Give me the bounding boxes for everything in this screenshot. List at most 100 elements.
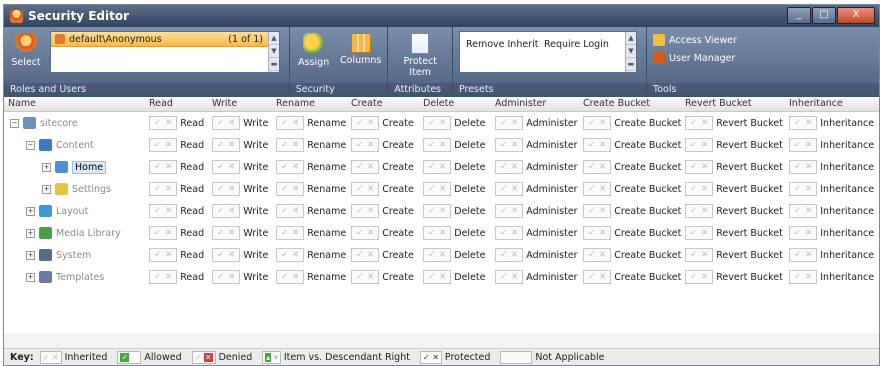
- permission-toggle[interactable]: ✓ ✕: [276, 138, 305, 152]
- permission-toggle[interactable]: ✓ ✕: [276, 248, 305, 262]
- permission-cell[interactable]: ✓ ✕ Administer: [495, 160, 578, 174]
- permission-toggle[interactable]: ✓ ✕: [583, 248, 612, 262]
- permission-cell[interactable]: ✓ ✕ Inheritance: [789, 138, 874, 152]
- column-header-write[interactable]: Write: [212, 98, 237, 109]
- permission-cell[interactable]: ✓ ✕ Revert Bucket: [685, 116, 783, 130]
- permission-cell[interactable]: ✓ ✕ Revert Bucket: [685, 226, 783, 240]
- permission-toggle[interactable]: ✓ ✕: [685, 204, 714, 218]
- permission-toggle[interactable]: ✓ ✕: [351, 116, 380, 130]
- permission-toggle[interactable]: ✓ ✕: [276, 270, 305, 284]
- permission-toggle[interactable]: ✓ ✕: [149, 138, 178, 152]
- permission-cell[interactable]: ✓ ✕ Delete: [423, 226, 485, 240]
- permission-cell[interactable]: ✓ ✕ Write: [212, 270, 268, 284]
- permission-toggle[interactable]: ✓ ✕: [583, 270, 612, 284]
- permission-toggle[interactable]: ✓ ✕: [212, 248, 241, 262]
- permission-toggle[interactable]: ✓ ✕: [276, 116, 305, 130]
- expand-icon[interactable]: +: [26, 250, 35, 260]
- permission-cell[interactable]: ✓ ✕ Delete: [423, 248, 485, 262]
- presets-list[interactable]: Remove Inherit Require Login ▲ ▼ ▬: [458, 31, 637, 73]
- column-header-delete[interactable]: Delete: [423, 98, 454, 109]
- permission-cell[interactable]: ✓ ✕ Revert Bucket: [685, 160, 783, 174]
- permission-toggle[interactable]: ✓ ✕: [583, 138, 612, 152]
- permission-cell[interactable]: ✓ ✕ Write: [212, 182, 268, 196]
- permission-cell[interactable]: ✓ ✕ Create Bucket: [583, 160, 681, 174]
- tree-node-layout[interactable]: + Layout: [26, 204, 88, 218]
- permission-toggle[interactable]: ✓ ✕: [789, 270, 818, 284]
- permission-cell[interactable]: ✓ ✕ Create: [351, 204, 414, 218]
- permission-cell[interactable]: ✓ ✕ Inheritance: [789, 248, 874, 262]
- preset-remove-inherit[interactable]: Remove Inherit: [466, 39, 539, 50]
- permission-cell[interactable]: ✓ ✕ Revert Bucket: [685, 182, 783, 196]
- column-header-administer[interactable]: Administer: [495, 98, 546, 109]
- permission-cell[interactable]: ✓ ✕ Create: [351, 138, 414, 152]
- permission-toggle[interactable]: ✓ ✕: [212, 204, 241, 218]
- permission-toggle[interactable]: ✓ ✕: [583, 204, 612, 218]
- permission-toggle[interactable]: ✓ ✕: [423, 138, 452, 152]
- permission-cell[interactable]: ✓ ✕ Write: [212, 248, 268, 262]
- assign-button[interactable]: Assign: [294, 33, 334, 68]
- collapse-icon[interactable]: −: [26, 140, 35, 150]
- permission-cell[interactable]: ✓ ✕ Inheritance: [789, 116, 874, 130]
- permission-cell[interactable]: ✓ ✕ Delete: [423, 204, 485, 218]
- expand-icon[interactable]: +: [42, 162, 51, 172]
- permission-cell[interactable]: ✓ ✕ Read: [149, 248, 204, 262]
- permission-cell[interactable]: ✓ ✕ Create: [351, 270, 414, 284]
- permission-cell[interactable]: ✓ ✕ Rename: [276, 204, 346, 218]
- permission-toggle[interactable]: ✓ ✕: [495, 116, 524, 130]
- permission-toggle[interactable]: ✓ ✕: [149, 160, 178, 174]
- permission-toggle[interactable]: ✓ ✕: [495, 138, 524, 152]
- select-button[interactable]: Select: [8, 33, 44, 68]
- permission-cell[interactable]: ✓ ✕ Write: [212, 138, 268, 152]
- permission-toggle[interactable]: ✓ ✕: [212, 138, 241, 152]
- permission-toggle[interactable]: ✓ ✕: [276, 226, 305, 240]
- permission-cell[interactable]: ✓ ✕ Rename: [276, 116, 346, 130]
- permission-cell[interactable]: ✓ ✕ Rename: [276, 226, 346, 240]
- permission-toggle[interactable]: ✓ ✕: [789, 138, 818, 152]
- permission-toggle[interactable]: ✓ ✕: [423, 160, 452, 174]
- permission-cell[interactable]: ✓ ✕ Rename: [276, 270, 346, 284]
- permission-toggle[interactable]: ✓ ✕: [495, 160, 524, 174]
- permission-toggle[interactable]: ✓ ✕: [685, 182, 714, 196]
- tree-node-media-library[interactable]: + Media Library: [26, 226, 121, 240]
- permission-cell[interactable]: ✓ ✕ Revert Bucket: [685, 204, 783, 218]
- permission-cell[interactable]: ✓ ✕ Read: [149, 116, 204, 130]
- permission-cell[interactable]: ✓ ✕ Write: [212, 160, 268, 174]
- roles-users-list[interactable]: default\Anonymous (1 of 1) ▲ ▼ ▬: [50, 31, 280, 73]
- permission-cell[interactable]: ✓ ✕ Read: [149, 226, 204, 240]
- permission-cell[interactable]: ✓ ✕ Inheritance: [789, 160, 874, 174]
- permission-toggle[interactable]: ✓ ✕: [789, 116, 818, 130]
- permission-cell[interactable]: ✓ ✕ Revert Bucket: [685, 248, 783, 262]
- permission-cell[interactable]: ✓ ✕ Create Bucket: [583, 204, 681, 218]
- permission-cell[interactable]: ✓ ✕ Create Bucket: [583, 270, 681, 284]
- permission-toggle[interactable]: ✓ ✕: [212, 226, 241, 240]
- columns-button[interactable]: Columns: [338, 33, 384, 66]
- permission-toggle[interactable]: ✓ ✕: [423, 204, 452, 218]
- permission-toggle[interactable]: ✓ ✕: [423, 116, 452, 130]
- column-header-name[interactable]: Name: [8, 98, 36, 109]
- close-button[interactable]: X: [837, 7, 875, 24]
- permission-cell[interactable]: ✓ ✕ Administer: [495, 226, 578, 240]
- permission-cell[interactable]: ✓ ✕ Rename: [276, 182, 346, 196]
- permission-cell[interactable]: ✓ ✕ Create Bucket: [583, 226, 681, 240]
- permission-cell[interactable]: ✓ ✕ Write: [212, 226, 268, 240]
- permission-toggle[interactable]: ✓ ✕: [149, 226, 178, 240]
- permission-toggle[interactable]: ✓ ✕: [212, 182, 241, 196]
- permission-toggle[interactable]: ✓ ✕: [495, 270, 524, 284]
- permission-cell[interactable]: ✓ ✕ Read: [149, 182, 204, 196]
- permission-toggle[interactable]: ✓ ✕: [149, 270, 178, 284]
- permission-toggle[interactable]: ✓ ✕: [789, 160, 818, 174]
- tree-node-content[interactable]: − Content: [26, 138, 94, 152]
- permission-cell[interactable]: ✓ ✕ Read: [149, 138, 204, 152]
- minimize-button[interactable]: _: [787, 7, 811, 24]
- permission-cell[interactable]: ✓ ✕ Create: [351, 116, 414, 130]
- permission-cell[interactable]: ✓ ✕ Inheritance: [789, 270, 874, 284]
- permission-cell[interactable]: ✓ ✕ Administer: [495, 138, 578, 152]
- presets-scrollbar[interactable]: ▲ ▼ ▬: [624, 32, 636, 72]
- permission-cell[interactable]: ✓ ✕ Create: [351, 160, 414, 174]
- permission-cell[interactable]: ✓ ✕ Administer: [495, 248, 578, 262]
- permission-cell[interactable]: ✓ ✕ Read: [149, 270, 204, 284]
- permission-toggle[interactable]: ✓ ✕: [423, 182, 452, 196]
- permission-cell[interactable]: ✓ ✕ Rename: [276, 160, 346, 174]
- user-manager-button[interactable]: User Manager: [653, 49, 777, 67]
- permission-toggle[interactable]: ✓ ✕: [685, 116, 714, 130]
